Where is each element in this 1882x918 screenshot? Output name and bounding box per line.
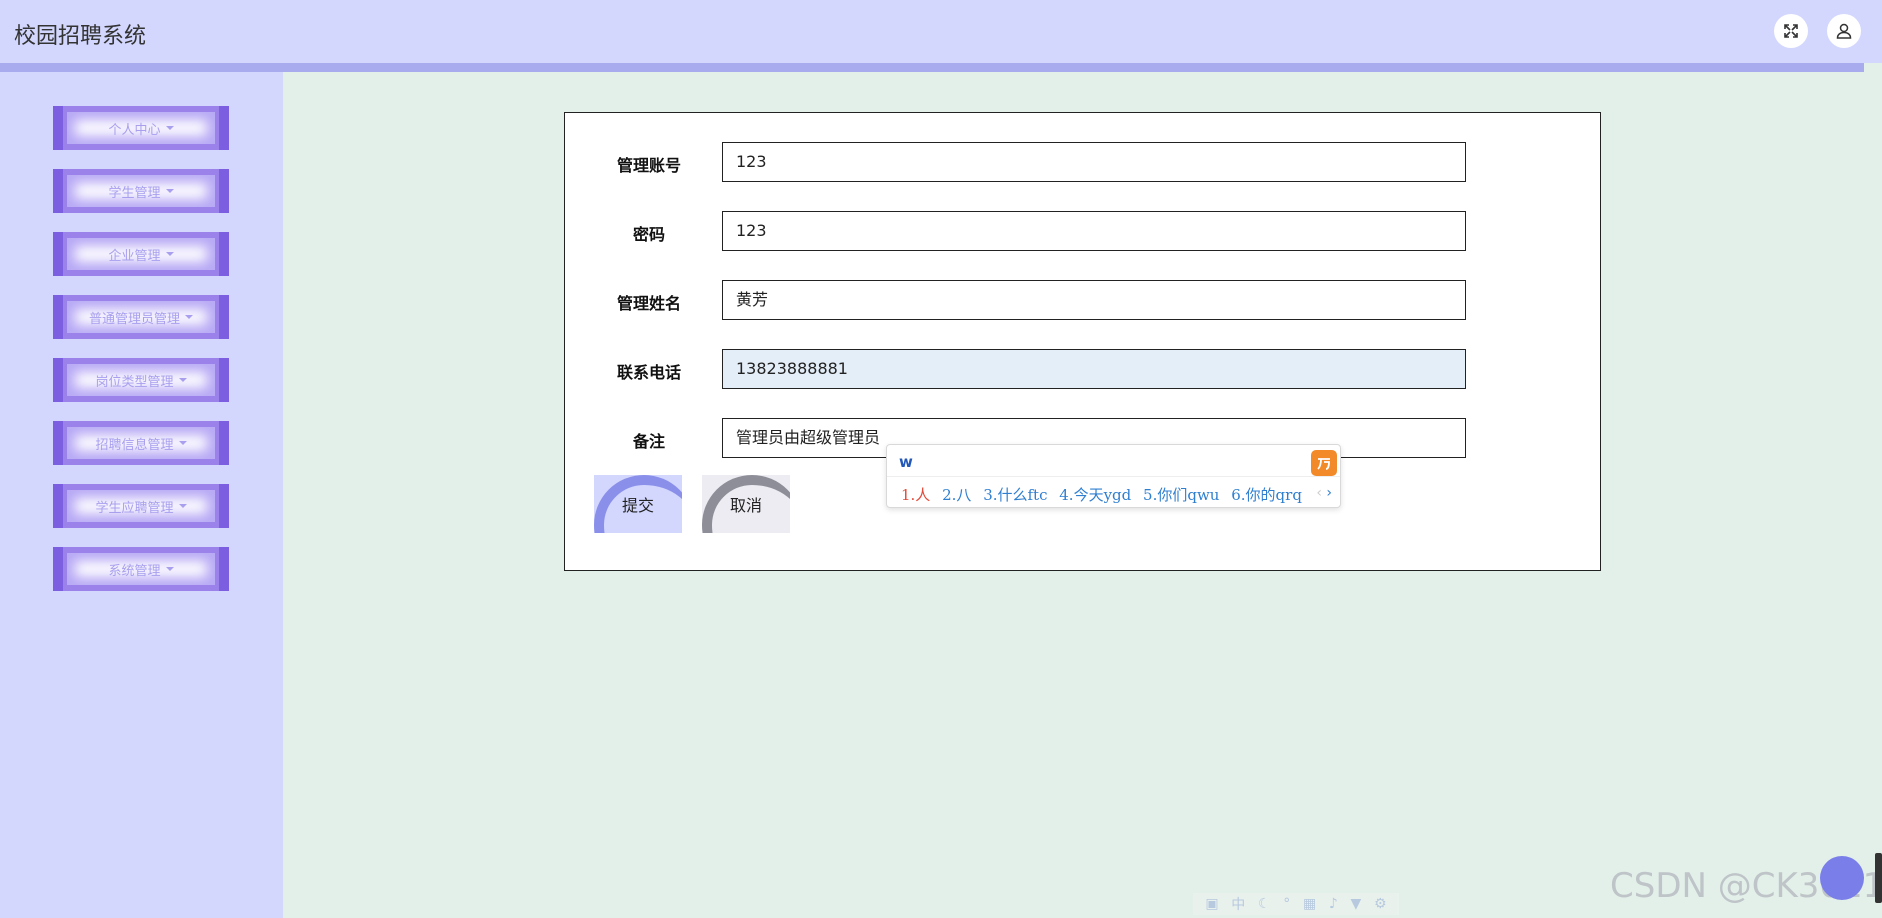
ime-logo-icon [1311, 450, 1337, 476]
submit-label: 提交 [621, 496, 654, 515]
punctuation-icon[interactable]: ° [1283, 896, 1290, 912]
sidebar-item-job-type-management[interactable]: 岗位类型管理 [53, 358, 229, 402]
cancel-label: 取消 [729, 496, 762, 515]
account-input[interactable]: 123 [722, 142, 1466, 182]
microphone-icon[interactable]: ♪ [1329, 896, 1338, 912]
ime-candidate[interactable]: 2.八 [942, 486, 971, 504]
ime-candidate[interactable]: 1.人 [901, 486, 930, 504]
sidebar-item-admin-management[interactable]: 普通管理员管理 [53, 295, 229, 339]
cancel-button[interactable]: 取消 [702, 475, 790, 533]
ime-status-bar: ▣ 中 ☾ ° ▦ ♪ ▼ ⚙ [1193, 893, 1399, 915]
ime-page-nav[interactable]: ‹ › [1316, 485, 1332, 501]
ime-candidates: 1.人 2.八 3.什么ftc 4.今天ygd 5.你们qwu 6.你的qrq [901, 484, 1309, 505]
sidebar-item-application-management[interactable]: 学生应聘管理 [53, 484, 229, 528]
chevron-left-icon[interactable]: ‹ [1316, 485, 1322, 501]
app-title: 校园招聘系统 [14, 24, 147, 49]
caret-down-icon [165, 567, 174, 571]
caret-down-icon [165, 126, 174, 130]
ime-candidate-popup: w 1.人 2.八 3.什么ftc 4.今天ygd 5.你们qwu 6.你的qr… [886, 444, 1341, 508]
shirt-icon[interactable]: ▼ [1351, 896, 1362, 912]
moon-icon[interactable]: ☾ [1258, 896, 1271, 912]
ime-candidate[interactable]: 5.你们qwu [1143, 486, 1219, 504]
header-divider [0, 63, 1864, 72]
caret-down-icon [178, 441, 187, 445]
keyboard-icon[interactable]: ▦ [1303, 896, 1316, 912]
password-input[interactable]: 123 [722, 211, 1466, 251]
sidebar-item-label: 学生应聘管理 [95, 500, 174, 516]
ime-divider [887, 476, 1340, 477]
account-label: 管理账号 [616, 156, 681, 175]
caret-down-icon [178, 504, 187, 508]
caret-down-icon [178, 378, 187, 382]
sidebar: 个人中心 学生管理 企业管理 普通管理员管理 岗位类型管理 招聘信息管理 学生应… [0, 72, 283, 918]
sidebar-item-label: 学生管理 [108, 185, 161, 201]
sidebar-item-label: 招聘信息管理 [95, 437, 174, 453]
ime-candidate[interactable]: 4.今天ygd [1059, 486, 1131, 504]
ime-composition: w [899, 453, 913, 471]
sidebar-item-personal-center[interactable]: 个人中心 [53, 106, 229, 150]
submit-button[interactable]: 提交 [594, 475, 682, 533]
sidebar-item-label: 系统管理 [108, 563, 161, 579]
floating-action-button[interactable] [1820, 856, 1864, 900]
ime-mode-label[interactable]: 中 [1231, 894, 1245, 914]
sidebar-item-label: 普通管理员管理 [88, 311, 180, 327]
ime-candidate[interactable]: 3.什么ftc [983, 486, 1047, 504]
top-header: 校园招聘系统 [0, 0, 1882, 72]
sidebar-item-recruitment-info-management[interactable]: 招聘信息管理 [53, 421, 229, 465]
fullscreen-icon[interactable] [1774, 14, 1808, 48]
sidebar-item-label: 企业管理 [108, 248, 161, 264]
remark-label: 备注 [632, 432, 665, 451]
ime-logo-icon[interactable]: ▣ [1205, 896, 1218, 912]
sidebar-item-label: 岗位类型管理 [95, 374, 174, 390]
caret-down-icon [165, 189, 174, 193]
caret-down-icon [165, 252, 174, 256]
sidebar-item-company-management[interactable]: 企业管理 [53, 232, 229, 276]
chevron-right-icon[interactable]: › [1326, 485, 1332, 501]
edge-handle[interactable] [1875, 853, 1882, 903]
phone-input[interactable]: 13823888881 [722, 349, 1466, 389]
user-icon[interactable] [1827, 14, 1861, 48]
name-input[interactable]: 黄芳 [722, 280, 1466, 320]
ime-candidate[interactable]: 6.你的qrq [1231, 486, 1302, 504]
phone-label: 联系电话 [616, 363, 681, 382]
sidebar-item-system-management[interactable]: 系统管理 [53, 547, 229, 591]
password-label: 密码 [632, 225, 665, 244]
sidebar-item-label: 个人中心 [108, 122, 161, 138]
gear-icon[interactable]: ⚙ [1374, 896, 1387, 912]
sidebar-item-student-management[interactable]: 学生管理 [53, 169, 229, 213]
caret-down-icon [185, 315, 193, 319]
name-label: 管理姓名 [616, 294, 681, 313]
